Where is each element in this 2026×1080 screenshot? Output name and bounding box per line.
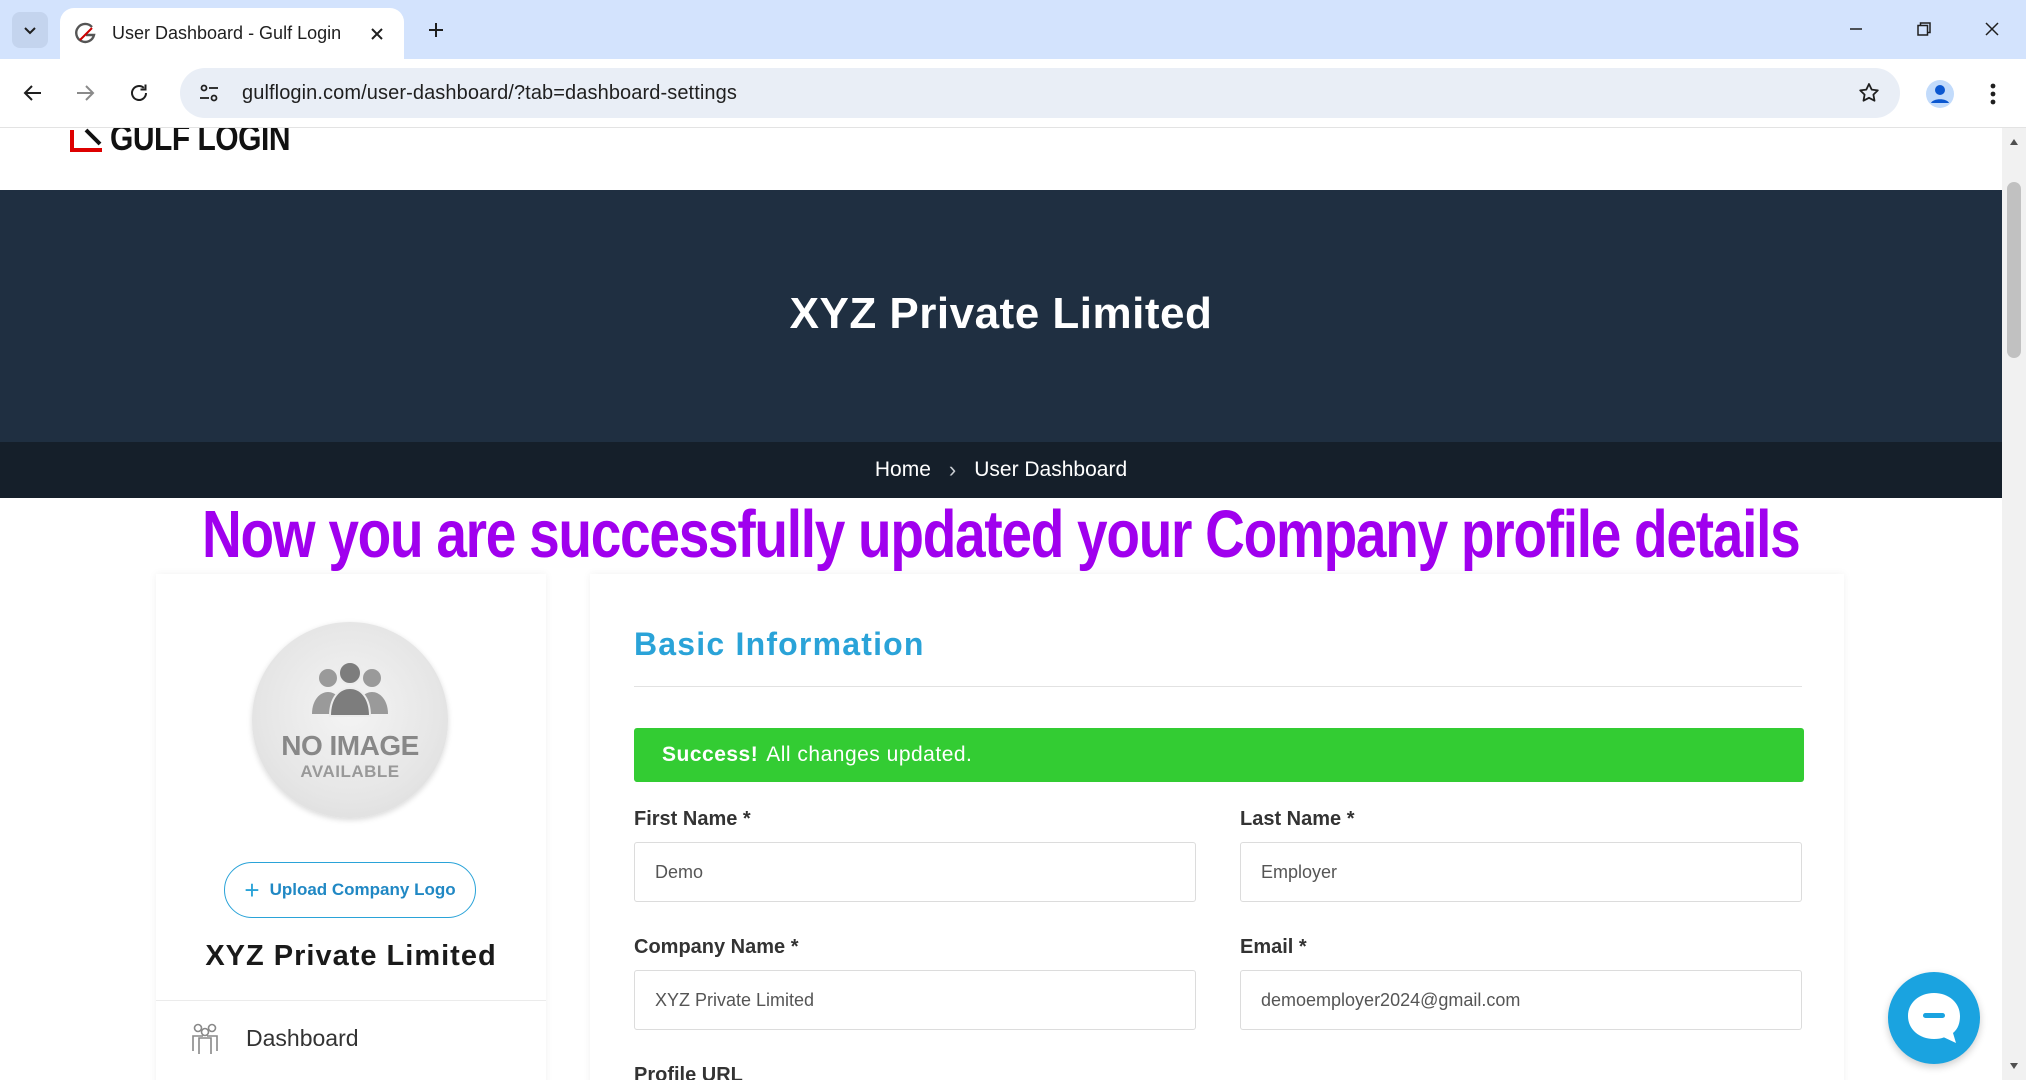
alert-strong-text: Success! (662, 743, 759, 766)
star-icon (1859, 83, 1879, 102)
forward-button[interactable] (66, 74, 104, 112)
sidebar-divider (156, 1000, 546, 1001)
sidebar-item-label: Dashboard (246, 1024, 359, 1051)
reload-icon (131, 84, 147, 101)
alert-message: All changes updated. (766, 743, 973, 766)
breadcrumb-current: User Dashboard (974, 458, 1128, 481)
close-icon (371, 27, 383, 40)
url-text[interactable]: gulflogin.com/user-dashboard/?tab=dashbo… (242, 82, 1846, 105)
company-name-field[interactable] (634, 970, 1196, 1030)
chat-widget-button[interactable] (1888, 972, 1980, 1064)
browser-menu-button[interactable] (1974, 74, 2012, 114)
site-info-button[interactable] (186, 70, 232, 116)
page-scrollbar[interactable] (2002, 128, 2026, 1080)
first-name-label: First Name * (634, 808, 751, 830)
arrow-left-icon (23, 85, 41, 101)
overlay-caption: Now you are successfully updated your Co… (0, 496, 2002, 572)
company-name-label: Company Name * (634, 936, 799, 958)
success-alert: Success! All changes updated. (634, 728, 1804, 782)
logo-text: GULF LOGIN (110, 128, 290, 159)
avatar-icon (1926, 80, 1954, 108)
restore-button[interactable] (1896, 6, 1952, 52)
hero-banner: XYZ Private Limited (0, 190, 2002, 442)
gulf-login-favicon-icon (75, 22, 96, 43)
browser-tab-active[interactable]: User Dashboard - Gulf Login (60, 8, 404, 59)
tune-icon (200, 84, 218, 102)
plus-icon: + (244, 875, 260, 905)
bookmark-button[interactable] (1846, 70, 1892, 116)
sidebar-company-name: XYZ Private Limited (205, 940, 497, 972)
new-tab-button[interactable] (418, 12, 454, 48)
close-icon (1985, 22, 1999, 36)
logo-mark-icon (70, 128, 102, 152)
window-close-button[interactable] (1964, 6, 2020, 52)
breadcrumb-home-link[interactable]: Home (875, 458, 931, 482)
profile-sidebar: NO IMAGE AVAILABLE + Upload Company Logo… (156, 574, 546, 1080)
people-group-icon (312, 661, 388, 717)
scrollbar-thumb[interactable] (2007, 182, 2021, 358)
email-label: Email * (1240, 936, 1307, 958)
no-image-text: NO IMAGE (281, 730, 419, 761)
chevron-down-icon (24, 27, 36, 35)
address-bar[interactable]: gulflogin.com/user-dashboard/?tab=dashbo… (180, 68, 1900, 118)
company-logo-placeholder: NO IMAGE AVAILABLE (252, 622, 448, 818)
minimize-button[interactable] (1828, 6, 1884, 52)
last-name-label: Last Name * (1240, 808, 1355, 830)
section-divider (634, 686, 1802, 687)
tab-search-button[interactable] (12, 12, 48, 48)
people-group-icon (192, 1023, 218, 1054)
chevron-right-icon: › (948, 457, 957, 482)
last-name-field[interactable] (1240, 842, 1802, 902)
scroll-up-arrow-icon[interactable] (2002, 132, 2026, 152)
plus-icon (429, 23, 443, 37)
basic-information-card: Basic Information Success! All changes u… (590, 574, 1844, 1080)
restore-icon (1917, 22, 1931, 36)
upload-button-label: Upload Company Logo (269, 880, 456, 899)
reload-button[interactable] (120, 74, 158, 112)
section-title: Basic Information (634, 626, 925, 662)
back-button[interactable] (14, 74, 52, 112)
site-header: GULF LOGIN (0, 128, 2002, 190)
breadcrumb: Home › User Dashboard (0, 442, 2002, 498)
tab-title: User Dashboard - Gulf Login (112, 23, 342, 43)
profile-button[interactable] (1920, 74, 1960, 114)
page-title: XYZ Private Limited (789, 289, 1213, 338)
browser-tab-bar: User Dashboard - Gulf Login (0, 0, 2026, 59)
chat-bubble-icon (1908, 993, 1960, 1043)
available-text: AVAILABLE (300, 762, 400, 781)
email-field[interactable] (1240, 970, 1802, 1030)
first-name-field[interactable] (634, 842, 1196, 902)
minimize-icon (1850, 28, 1862, 30)
browser-toolbar: gulflogin.com/user-dashboard/?tab=dashbo… (0, 59, 2026, 128)
overlay-caption-text: Now you are successfully updated your Co… (202, 496, 1801, 572)
site-logo[interactable]: GULF LOGIN (68, 128, 290, 159)
page-viewport: GULF LOGIN XYZ Private Limited Home › Us… (0, 128, 2002, 1080)
more-vert-icon (1990, 83, 1996, 105)
tab-close-button[interactable] (364, 21, 390, 47)
profile-url-label: Profile URL (634, 1064, 743, 1080)
scroll-down-arrow-icon[interactable] (2002, 1056, 2026, 1076)
upload-company-logo-button[interactable]: + Upload Company Logo (224, 862, 476, 918)
arrow-right-icon (77, 85, 95, 101)
sidebar-item-dashboard[interactable]: Dashboard (156, 1002, 546, 1074)
